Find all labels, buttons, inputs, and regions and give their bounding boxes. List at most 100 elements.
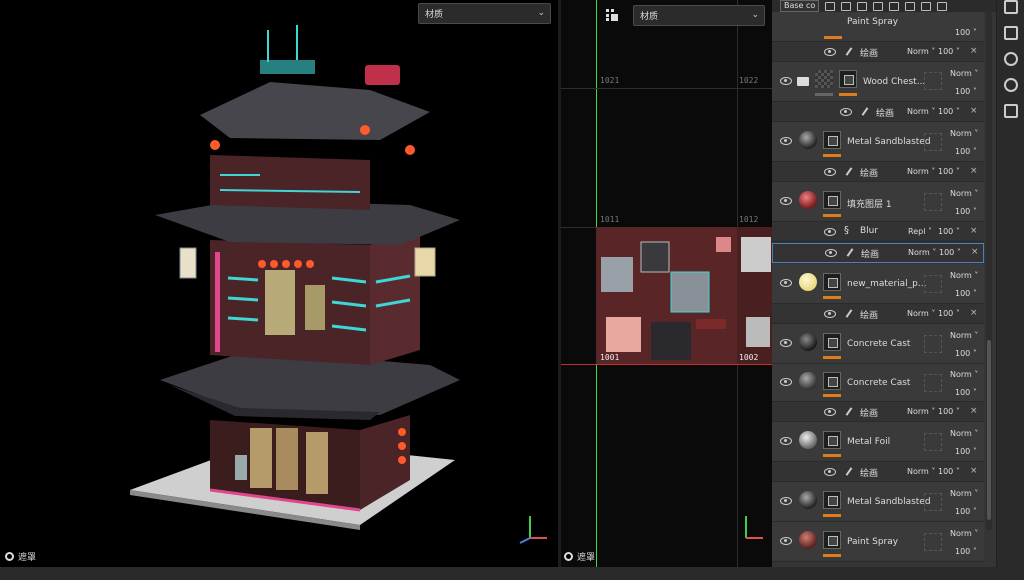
opacity-value[interactable]: 100 ˅ xyxy=(938,309,960,318)
blend-mode[interactable]: Norm ˅ xyxy=(950,331,978,340)
layer-row[interactable]: Paint Spray Norm ˅ 100 ˅ xyxy=(772,522,984,562)
remove-icon[interactable]: × xyxy=(970,226,978,236)
blend-mode[interactable]: Norm ˅ xyxy=(907,467,935,476)
blend-mode[interactable]: Norm ˅ xyxy=(950,189,978,198)
layer-row[interactable]: new_material_p... Norm ˅ 100 ˅ xyxy=(772,264,984,304)
remove-icon[interactable]: × xyxy=(970,406,978,416)
layer-row[interactable]: Metal Sandblasted Norm ˅ 100 ˅ xyxy=(772,482,984,522)
blend-mode[interactable]: Norm ˅ xyxy=(907,407,935,416)
layer-opacity[interactable]: 100 ˅ xyxy=(955,207,977,216)
eye-icon[interactable] xyxy=(780,279,792,287)
add-folder-icon[interactable] xyxy=(921,1,932,11)
add-layer-icon[interactable] xyxy=(905,1,916,11)
eye-icon[interactable] xyxy=(840,108,852,116)
opacity-value[interactable]: 100 ˅ xyxy=(938,107,960,116)
grid-settings-icon[interactable] xyxy=(606,9,618,21)
add-fill-icon[interactable] xyxy=(889,1,900,11)
opacity-value[interactable]: 100 ˅ xyxy=(938,227,960,236)
remove-icon[interactable]: × xyxy=(970,466,978,476)
clipboard-icon[interactable] xyxy=(1004,104,1018,118)
eye-icon[interactable] xyxy=(824,228,836,236)
layers-icon[interactable] xyxy=(1004,0,1018,14)
layer-row[interactable]: Concrete Cast Norm ˅ 100 ˅ xyxy=(772,364,984,402)
remove-icon[interactable]: × xyxy=(970,308,978,318)
blend-mode[interactable]: Norm ˅ xyxy=(908,248,936,257)
layer-row-folder[interactable]: Wood Chest... Norm ˅ 100 ˅ xyxy=(772,62,984,102)
layer-row[interactable]: Concrete Cast Norm ˅ 100 ˅ xyxy=(772,324,984,364)
delete-layer-icon[interactable] xyxy=(937,1,948,11)
blend-mode[interactable]: Norm ˅ xyxy=(950,271,978,280)
sublayer-row[interactable]: 绘画 Norm ˅ 100 ˅ × xyxy=(772,102,984,122)
layer-opacity[interactable]: 100 ˅ xyxy=(955,147,977,156)
add-effect-icon[interactable] xyxy=(825,1,836,11)
remove-icon[interactable]: × xyxy=(971,247,979,257)
opacity-value[interactable]: 100 ˅ xyxy=(938,47,960,56)
add-filter-icon[interactable] xyxy=(841,1,852,11)
blend-mode[interactable]: Norm ˅ xyxy=(950,129,978,138)
building-model[interactable] xyxy=(110,20,480,530)
eye-icon[interactable] xyxy=(824,48,836,56)
layer-opacity[interactable]: 100 ˅ xyxy=(955,507,977,516)
sublayer-row[interactable]: 绘画 Norm ˅ 100 ˅ × xyxy=(772,462,984,482)
layer-opacity[interactable]: 100 ˅ xyxy=(955,87,977,96)
opacity-value[interactable]: 100 ˅ xyxy=(939,248,961,257)
add-paint-icon[interactable] xyxy=(857,1,868,11)
eye-icon[interactable] xyxy=(824,408,836,416)
opacity-value[interactable]: 100 ˅ xyxy=(938,407,960,416)
layer-row[interactable]: Paint Spray 100 ˅ xyxy=(772,12,984,42)
blend-mode[interactable]: Norm ˅ xyxy=(950,529,978,538)
layer-opacity[interactable]: 100 ˅ xyxy=(955,289,977,298)
remove-icon[interactable]: × xyxy=(970,46,978,56)
eye-icon[interactable] xyxy=(780,537,792,545)
eye-icon[interactable] xyxy=(780,77,792,85)
blend-mode[interactable]: Norm ˅ xyxy=(950,370,978,379)
camera-icon[interactable] xyxy=(1004,26,1018,40)
viewport-3d[interactable]: 材质 ⌄ 遮罩 xyxy=(0,0,558,567)
layer-opacity[interactable]: 100 ˅ xyxy=(955,447,977,456)
sublayer-row[interactable]: 绘画 Norm ˅ 100 ˅ × xyxy=(772,162,984,182)
opacity-value[interactable]: 100 ˅ xyxy=(938,467,960,476)
eye-icon[interactable] xyxy=(824,310,836,318)
layer-row[interactable]: Metal Sandblasted Norm ˅ 100 ˅ xyxy=(772,122,984,162)
layer-opacity[interactable]: 100 ˅ xyxy=(955,547,977,556)
material-dropdown-2d[interactable]: 材质 ⌄ xyxy=(633,5,765,26)
mask-toggle-3d[interactable]: 遮罩 xyxy=(5,550,36,563)
blend-mode[interactable]: Norm ˅ xyxy=(907,47,935,56)
layer-row[interactable]: Metal Foil Norm ˅ 100 ˅ xyxy=(772,422,984,462)
layer-opacity[interactable]: 100 ˅ xyxy=(955,349,977,358)
eye-icon[interactable] xyxy=(824,468,836,476)
sublayer-row-selected[interactable]: 绘画 Norm ˅ 100 ˅ × xyxy=(772,243,984,263)
remove-icon[interactable]: × xyxy=(970,106,978,116)
blend-mode[interactable]: Norm ˅ xyxy=(950,489,978,498)
blend-mode[interactable]: Norm ˅ xyxy=(907,167,935,176)
blend-mode[interactable]: Norm ˅ xyxy=(950,69,978,78)
viewport-2d[interactable]: 1021 1022 1011 1012 1001 1002 材质 ⌄ 遮罩 xyxy=(561,0,772,567)
channel-select[interactable]: Base co xyxy=(780,0,820,12)
sublayer-row-filter[interactable]: § Blur Repl ˅ 100 ˅ × xyxy=(772,222,984,242)
remove-icon[interactable]: × xyxy=(970,166,978,176)
layers-scrollbar-thumb[interactable] xyxy=(987,340,991,520)
eye-icon[interactable] xyxy=(825,249,837,257)
blend-mode[interactable]: Norm ˅ xyxy=(907,309,935,318)
sublayer-row[interactable]: 绘画 Norm ˅ 100 ˅ × xyxy=(772,42,984,62)
eye-icon[interactable] xyxy=(780,137,792,145)
eye-icon[interactable] xyxy=(824,168,836,176)
layer-opacity[interactable]: 100 ˅ xyxy=(955,28,977,37)
eye-icon[interactable] xyxy=(780,339,792,347)
blend-mode[interactable]: Norm ˅ xyxy=(950,429,978,438)
eye-icon[interactable] xyxy=(780,378,792,386)
eye-icon[interactable] xyxy=(780,197,792,205)
sublayer-row[interactable]: 绘画 Norm ˅ 100 ˅ × xyxy=(772,402,984,422)
mask-toggle-2d[interactable]: 遮罩 xyxy=(564,550,595,563)
eye-icon[interactable] xyxy=(780,497,792,505)
eye-icon[interactable] xyxy=(780,437,792,445)
sublayer-row[interactable]: 绘画 Norm ˅ 100 ˅ × xyxy=(772,304,984,324)
opacity-value[interactable]: 100 ˅ xyxy=(938,167,960,176)
display-settings-icon[interactable] xyxy=(1004,78,1018,92)
blend-mode[interactable]: Repl ˅ xyxy=(908,227,932,236)
add-mask-icon[interactable] xyxy=(873,1,884,11)
blend-mode[interactable]: Norm ˅ xyxy=(907,107,935,116)
layer-row[interactable]: 填充图层 1 Norm ˅ 100 ˅ xyxy=(772,182,984,222)
environment-icon[interactable] xyxy=(1004,52,1018,66)
layer-opacity[interactable]: 100 ˅ xyxy=(955,388,977,397)
